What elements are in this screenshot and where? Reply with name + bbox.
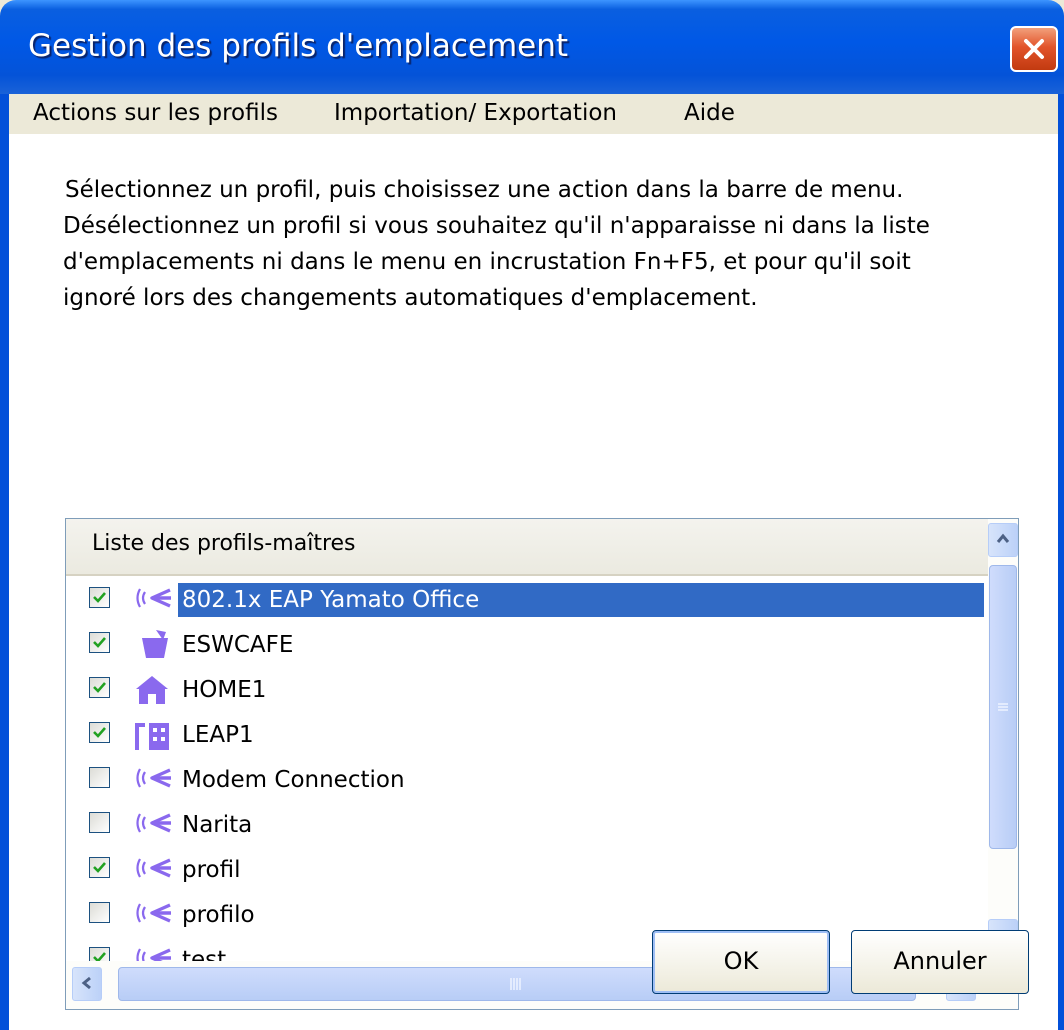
list-item[interactable]: Modem Connection — [66, 757, 988, 803]
profile-label: LEAP1 — [182, 722, 254, 748]
checkmark-icon — [93, 727, 106, 738]
dialog-content: Sélectionnez un profil, puis choisissez … — [9, 134, 1058, 1030]
list-item[interactable]: ESWCAFE — [66, 622, 988, 668]
description-line-4: ignoré lors des changements automatiques… — [63, 285, 758, 311]
profile-checkbox[interactable] — [89, 902, 110, 923]
chevron-up-icon — [996, 533, 1010, 543]
profile-checkbox[interactable] — [89, 587, 110, 608]
profile-label: profilo — [182, 902, 255, 928]
menu-actions[interactable]: Actions sur les profils — [33, 98, 278, 128]
description-line-1: Sélectionnez un profil, puis choisissez … — [65, 177, 904, 203]
profile-label: ESWCAFE — [182, 632, 294, 658]
menu-bar: Actions sur les profils Importation/ Exp… — [9, 94, 1058, 134]
description-line-2: Désélectionnez un profil si vous souhait… — [63, 213, 930, 239]
profile-checkbox[interactable] — [89, 857, 110, 878]
house-icon — [132, 673, 174, 707]
window-frame-left — [0, 94, 9, 1030]
profile-checkbox[interactable] — [89, 812, 110, 833]
list-header-label: Liste des profils-maîtres — [92, 531, 356, 556]
wireless-icon — [132, 808, 174, 842]
list-item[interactable]: 802.1x EAP Yamato Office — [66, 577, 988, 623]
wireless-icon — [132, 898, 174, 932]
wireless-icon — [132, 583, 174, 617]
ok-button[interactable]: OK — [652, 930, 830, 994]
menu-import-export[interactable]: Importation/ Exportation — [334, 98, 617, 128]
list-item[interactable]: profil — [66, 847, 988, 893]
grip-icon — [998, 703, 1008, 711]
dialog-window: Gestion des profils d'emplacement Action… — [0, 0, 1064, 1030]
description-line-3: d'emplacements ni dans le menu en incrus… — [63, 249, 911, 275]
close-button[interactable] — [1010, 26, 1058, 72]
scroll-up-button[interactable] — [988, 523, 1018, 557]
grip-icon — [510, 978, 521, 990]
menu-help[interactable]: Aide — [684, 98, 735, 128]
cafe-cup-icon — [132, 628, 174, 662]
list-item[interactable]: LEAP1 — [66, 712, 988, 758]
list-item[interactable]: HOME1 — [66, 667, 988, 713]
close-icon — [1024, 39, 1044, 59]
profile-label: 802.1x EAP Yamato Office — [178, 583, 984, 617]
profile-checkbox[interactable] — [89, 767, 110, 788]
window-title: Gestion des profils d'emplacement — [28, 28, 569, 64]
title-bar[interactable]: Gestion des profils d'emplacement — [0, 0, 1064, 94]
profile-label: Modem Connection — [182, 767, 405, 793]
wireless-icon — [132, 853, 174, 887]
profile-checkbox[interactable] — [89, 722, 110, 743]
profile-checkbox[interactable] — [89, 677, 110, 698]
checkmark-icon — [93, 637, 106, 648]
wireless-icon — [132, 763, 174, 797]
window-frame-right — [1058, 94, 1064, 1030]
profile-label: Narita — [182, 812, 253, 838]
vertical-scroll-thumb[interactable] — [989, 565, 1017, 849]
list-item[interactable]: profilo — [66, 892, 988, 938]
profile-checkbox[interactable] — [89, 632, 110, 653]
checkmark-icon — [93, 862, 106, 873]
checkmark-icon — [93, 592, 106, 603]
office-building-icon — [132, 718, 174, 752]
chevron-left-icon — [81, 976, 91, 990]
scroll-left-button[interactable] — [72, 967, 102, 1001]
profile-label: HOME1 — [182, 677, 267, 703]
vertical-scrollbar[interactable] — [988, 519, 1018, 955]
cancel-button[interactable]: Annuler — [851, 930, 1029, 994]
checkmark-icon — [93, 682, 106, 693]
list-item[interactable]: Narita — [66, 802, 988, 848]
list-header[interactable]: Liste des profils-maîtres — [66, 519, 988, 576]
profile-label: profil — [182, 857, 241, 883]
